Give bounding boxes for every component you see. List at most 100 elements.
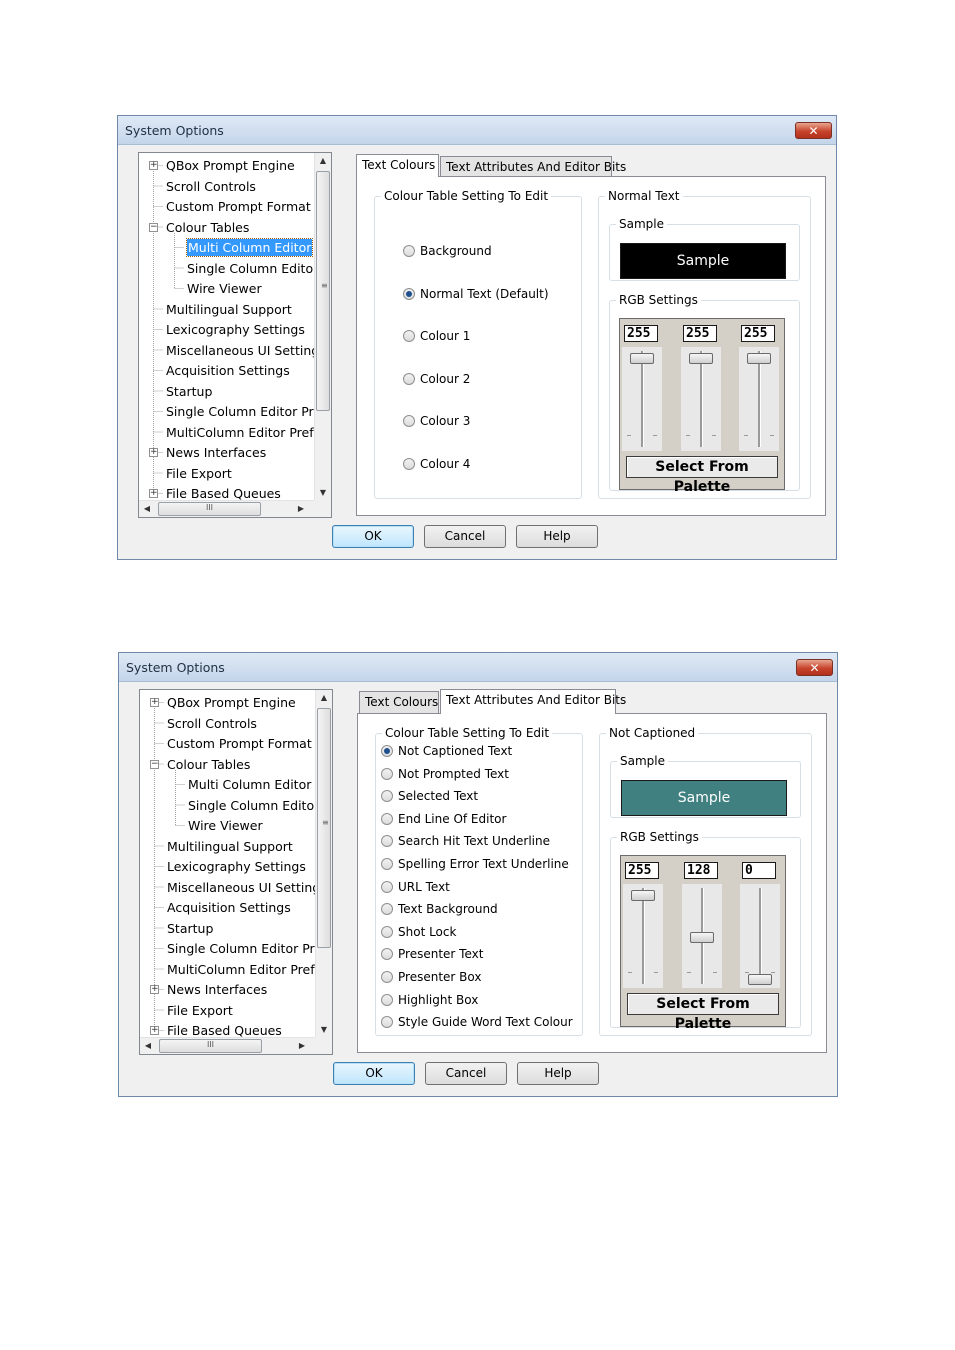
tree-item[interactable]: Multi Column Editor [185,238,314,257]
tree-item[interactable]: File Export [166,465,232,482]
colour-option-radio[interactable]: Presenter Box [381,969,481,985]
colour-option-radio[interactable]: Style Guide Word Text Colour [381,1014,573,1030]
green-slider[interactable] [682,884,722,988]
colour-option-radio[interactable]: Colour 3 [403,413,470,429]
colour-option-radio[interactable]: Normal Text (Default) [403,286,549,302]
radio-unchecked-icon[interactable] [403,458,415,470]
colour-option-radio[interactable]: Presenter Text [381,946,483,962]
tree-item[interactable]: QBox Prompt Engine [167,694,296,711]
tree-vertical-scrollbar[interactable]: ▲ ≡ ▼ [314,153,331,501]
colour-option-radio[interactable]: Not Captioned Text [381,743,512,759]
tree-vertical-scrollbar[interactable]: ▲ ≡ ▼ [315,690,332,1038]
red-slider[interactable] [622,347,662,451]
blue-value-field[interactable]: 255 [741,325,775,342]
green-slider[interactable] [681,347,721,451]
scroll-right-arrow-icon[interactable]: ▶ [293,501,309,517]
tree-item[interactable]: Custom Prompt Format [167,735,312,752]
colour-option-radio[interactable]: End Line Of Editor [381,811,506,827]
radio-unchecked-icon[interactable] [381,903,393,916]
tab-text-attributes[interactable]: Text Attributes And Editor Bits [440,689,626,714]
colour-option-radio[interactable]: Search Hit Text Underline [381,833,550,849]
collapse-icon[interactable]: − [150,759,159,769]
tree-item[interactable]: Single Column Editor Pr [166,403,314,420]
tree-horizontal-scrollbar[interactable]: ◀ III ▶ [140,1037,315,1054]
title-bar[interactable]: System Options ✕ [118,116,836,145]
tree-item[interactable]: Startup [166,383,212,400]
cancel-button[interactable]: Cancel [425,1062,507,1085]
radio-unchecked-icon[interactable] [381,948,393,961]
tree-item[interactable]: Colour Tables [166,219,249,236]
help-button[interactable]: Help [517,1062,599,1085]
green-value-field[interactable]: 255 [683,325,717,342]
tree-item[interactable]: Scroll Controls [167,715,257,732]
tree-item[interactable]: Acquisition Settings [166,362,290,379]
tree-item[interactable]: Miscellaneous UI Setting [167,879,320,896]
tab-text-colours[interactable]: Text Colours [359,691,439,713]
blue-value-field[interactable]: 0 [742,862,776,879]
horizontal-scroll-thumb[interactable]: III [159,1039,262,1053]
scroll-left-arrow-icon[interactable]: ◀ [140,1038,156,1054]
select-from-palette-button[interactable]: Select From Palette [626,456,778,495]
colour-option-radio[interactable]: Not Prompted Text [381,766,509,782]
blue-slider-knob[interactable] [748,974,772,985]
tree-item[interactable]: QBox Prompt Engine [166,157,295,174]
tree-item[interactable]: Lexicography Settings [166,321,305,338]
select-from-palette-button[interactable]: Select From Palette [627,993,779,1032]
tree-item[interactable]: Wire Viewer [187,280,262,297]
collapse-icon[interactable]: − [149,222,158,232]
radio-unchecked-icon[interactable] [403,245,415,257]
options-tree[interactable]: + QBox Prompt Engine Scroll Controls Custom… [139,689,333,1055]
green-value-field[interactable]: 128 [684,862,718,879]
expand-icon[interactable]: + [150,1026,159,1035]
title-bar[interactable]: System Options ✕ [119,653,837,682]
scroll-left-arrow-icon[interactable]: ◀ [139,501,155,517]
tree-item[interactable]: Lexicography Settings [167,858,306,875]
tree-item[interactable]: Single Column Editor Pr [167,940,315,957]
blue-slider-knob[interactable] [747,353,771,364]
tree-item[interactable]: News Interfaces [167,981,267,998]
colour-option-radio[interactable]: Text Background [381,901,498,917]
colour-option-radio[interactable]: Colour 2 [403,371,470,387]
colour-option-radio[interactable]: URL Text [381,879,450,895]
radio-unchecked-icon[interactable] [403,415,415,428]
radio-unchecked-icon[interactable] [381,767,393,780]
expand-icon[interactable]: + [149,489,158,498]
radio-unchecked-icon[interactable] [403,372,415,385]
radio-unchecked-icon[interactable] [381,812,393,825]
tree-item[interactable]: Single Column Edito [187,260,313,277]
vertical-scroll-thumb[interactable]: ≡ [316,171,330,411]
tree-item[interactable]: Scroll Controls [166,178,256,195]
ok-button[interactable]: OK [333,1062,415,1085]
close-button[interactable]: ✕ [796,659,833,676]
scroll-up-arrow-icon[interactable]: ▲ [315,153,331,169]
help-button[interactable]: Help [516,525,598,548]
tree-item[interactable]: Multilingual Support [167,838,293,855]
radio-unchecked-icon[interactable] [381,1016,393,1029]
tree-item[interactable]: MultiColumn Editor Pref [167,961,315,978]
blue-slider[interactable] [740,884,780,988]
tree-item[interactable]: Colour Tables [167,756,250,773]
expand-icon[interactable]: + [149,161,158,170]
radio-checked-icon[interactable] [403,287,415,300]
tab-text-attributes[interactable]: Text Attributes And Editor Bits [440,156,626,178]
colour-option-radio[interactable]: Colour 4 [403,456,470,472]
tree-item[interactable]: Multilingual Support [166,301,292,318]
tree-item[interactable]: Multi Column Editor [188,776,311,793]
green-slider-knob[interactable] [690,931,714,943]
expand-icon[interactable]: + [150,698,159,707]
scroll-up-arrow-icon[interactable]: ▲ [316,690,332,706]
tree-item[interactable]: Custom Prompt Format [166,198,311,215]
red-slider[interactable] [623,884,663,988]
radio-unchecked-icon[interactable] [381,993,393,1006]
radio-checked-icon[interactable] [381,745,393,757]
radio-unchecked-icon[interactable] [381,858,393,870]
options-tree[interactable]: + QBox Prompt Engine Scroll Controls Custom… [138,152,332,518]
colour-option-radio[interactable]: Background [403,243,492,259]
radio-unchecked-icon[interactable] [381,790,393,803]
colour-option-radio[interactable]: Colour 1 [403,328,470,344]
tree-item[interactable]: File Export [167,1002,233,1019]
tree-item[interactable]: Miscellaneous UI Setting [166,342,319,359]
close-button[interactable]: ✕ [795,122,832,139]
green-slider-knob[interactable] [689,353,713,364]
red-slider-knob[interactable] [631,890,655,901]
